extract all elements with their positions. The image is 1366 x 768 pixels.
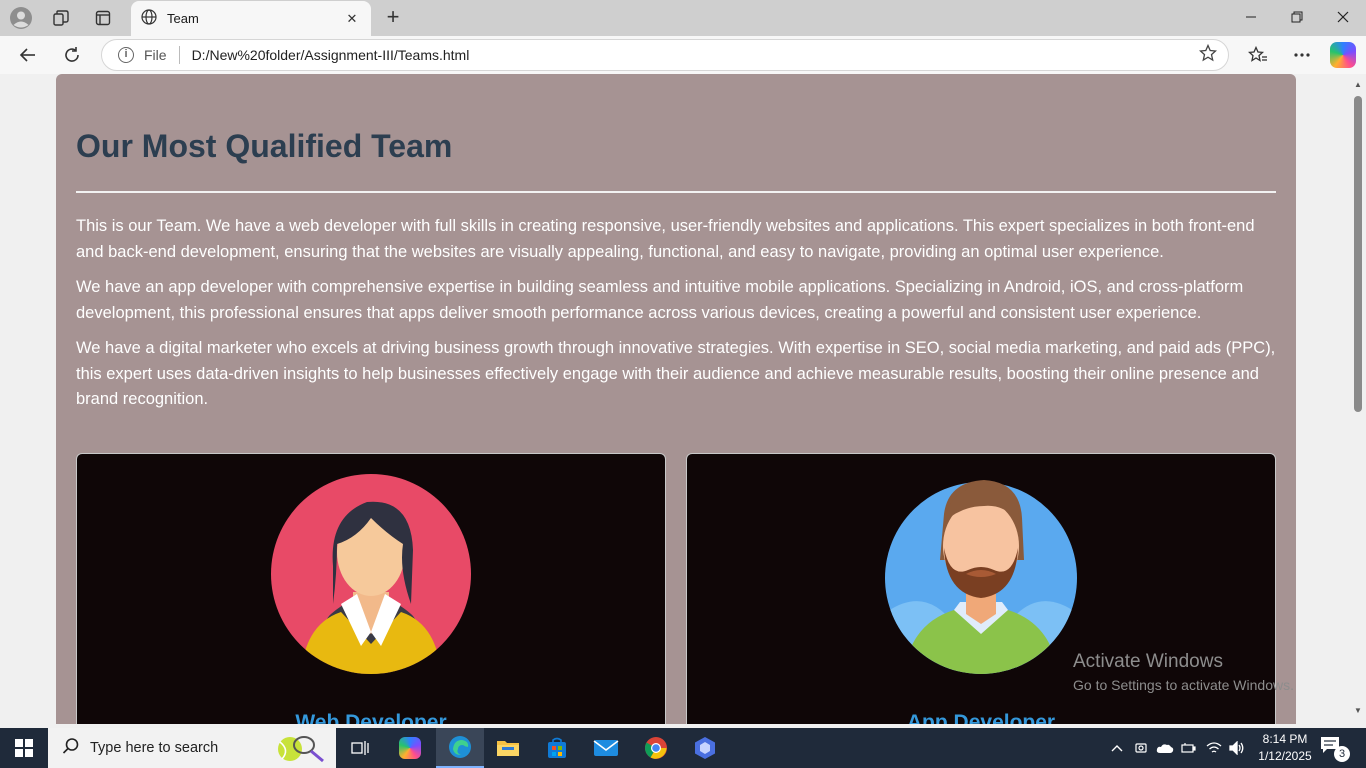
copilot-icon[interactable] <box>1330 42 1356 68</box>
watermark-title: Activate Windows <box>1073 651 1223 672</box>
workspaces-icon[interactable] <box>46 6 76 30</box>
card-title: App Developer <box>906 711 1056 724</box>
profile-icon[interactable] <box>6 6 36 30</box>
more-options-icon[interactable] <box>1286 41 1318 69</box>
notifications-button[interactable]: 3 <box>1320 736 1350 762</box>
start-button[interactable] <box>0 728 48 768</box>
edge-browser-icon[interactable] <box>436 728 484 768</box>
file-label: File <box>144 47 167 63</box>
task-view-icon[interactable] <box>336 728 384 768</box>
clock-date: 1/12/2025 <box>1258 749 1312 763</box>
close-window-icon[interactable] <box>1320 0 1366 34</box>
app-hexagon-icon[interactable] <box>681 728 729 768</box>
chrome-icon[interactable] <box>632 728 680 768</box>
new-tab-button[interactable]: + <box>380 5 406 31</box>
globe-icon <box>141 8 157 29</box>
card-title: Web Developer <box>295 711 447 724</box>
minimize-icon[interactable] <box>1228 0 1274 34</box>
mail-icon[interactable] <box>582 728 630 768</box>
scroll-up-arrow-icon[interactable]: ▲ <box>1350 78 1366 92</box>
page-title: Our Most Qualified Team <box>76 128 453 164</box>
volume-icon[interactable] <box>1228 728 1246 768</box>
activate-windows-watermark: Activate Windows Go to Settings to activ… <box>1073 651 1294 693</box>
favorites-icon[interactable] <box>1242 41 1274 69</box>
tab-bar: Team ✕ + <box>0 0 1366 36</box>
watermark-subtitle: Go to Settings to activate Windows. <box>1073 677 1294 693</box>
intro-paragraph: This is our Team. We have a web develope… <box>76 217 1255 261</box>
address-bar[interactable]: i File D:/New%20folder/Assignment-III/Te… <box>101 39 1229 71</box>
notification-count-badge: 3 <box>1334 746 1350 762</box>
address-separator <box>178 46 180 64</box>
scroll-thumb[interactable] <box>1354 96 1362 412</box>
tab-title: Team <box>167 11 199 26</box>
restore-icon[interactable] <box>1274 0 1320 34</box>
title-divider <box>76 191 1276 193</box>
close-tab-icon[interactable]: ✕ <box>343 11 361 27</box>
meet-now-icon[interactable] <box>1132 728 1150 768</box>
scroll-down-arrow-icon[interactable]: ▼ <box>1350 704 1366 718</box>
intro-paragraph: We have an app developer with comprehens… <box>76 278 1244 322</box>
show-hidden-icons-icon[interactable] <box>1108 728 1126 768</box>
microsoft-store-icon[interactable] <box>533 728 581 768</box>
intro-text: This is our Team. We have a web develope… <box>76 214 1276 423</box>
battery-icon[interactable] <box>1180 728 1198 768</box>
wifi-icon[interactable] <box>1205 728 1223 768</box>
tab-actions-icon[interactable] <box>88 6 118 30</box>
vertical-scrollbar[interactable]: ▲ ▼ <box>1350 74 1366 724</box>
onedrive-icon[interactable] <box>1155 728 1175 768</box>
info-icon[interactable]: i <box>118 47 134 63</box>
navigation-bar: i File D:/New%20folder/Assignment-III/Te… <box>0 36 1366 74</box>
search-placeholder: Type here to search <box>90 740 219 756</box>
page-viewport: Our Most Qualified Team This is our Team… <box>0 74 1350 724</box>
female-avatar-icon <box>271 474 471 674</box>
intro-paragraph: We have a digital marketer who excels at… <box>76 339 1276 408</box>
taskbar-search[interactable]: Type here to search <box>48 728 336 768</box>
taskbar: Type here to search 8:14 PM 1/12/2025 3 <box>0 728 1366 768</box>
male-bearded-avatar-icon <box>885 480 1077 674</box>
search-icon <box>62 737 80 760</box>
tab-team[interactable]: Team ✕ <box>131 1 371 36</box>
refresh-icon[interactable] <box>56 41 88 69</box>
copilot-taskbar-icon[interactable] <box>386 728 434 768</box>
clock-time: 8:14 PM <box>1262 732 1308 746</box>
url-text[interactable]: D:/New%20folder/Assignment-III/Teams.htm… <box>192 47 1188 63</box>
search-highlight-icon <box>278 736 324 763</box>
system-clock[interactable]: 8:14 PM 1/12/2025 <box>1254 731 1316 765</box>
windows-logo-icon <box>15 739 33 757</box>
back-icon[interactable] <box>12 41 44 69</box>
file-explorer-icon[interactable] <box>484 728 532 768</box>
team-page: Our Most Qualified Team This is our Team… <box>56 74 1296 724</box>
favorite-star-icon[interactable] <box>1188 43 1228 67</box>
team-card-web-developer: Web Developer <box>76 453 666 724</box>
